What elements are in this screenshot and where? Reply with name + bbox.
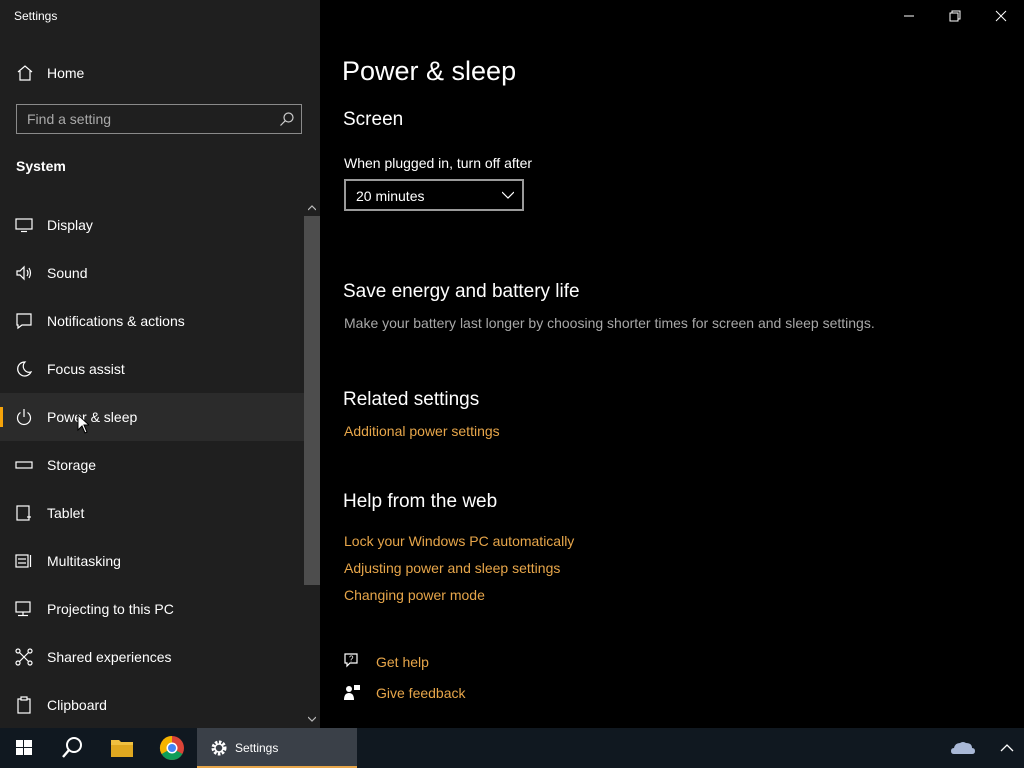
additional-power-settings-link[interactable]: Additional power settings [344, 423, 500, 439]
sidebar-item-sound[interactable]: Sound [0, 249, 304, 297]
sidebar-item-projecting[interactable]: Projecting to this PC [0, 585, 304, 633]
power-icon [16, 409, 32, 426]
sidebar-item-label: Tablet [47, 505, 85, 521]
sidebar: Settings Home System Display Sound Notif… [0, 0, 320, 728]
search-box[interactable] [16, 104, 302, 134]
display-icon [15, 218, 33, 233]
sidebar-item-clipboard[interactable]: Clipboard [0, 681, 304, 729]
home-nav-item[interactable]: Home [0, 56, 304, 90]
related-settings-heading: Related settings [343, 389, 480, 410]
sidebar-item-tablet[interactable]: Tablet [0, 489, 304, 537]
chevron-down-icon [502, 191, 514, 199]
sidebar-item-label: Notifications & actions [47, 313, 185, 329]
shared-experiences-icon [15, 648, 33, 666]
sound-icon [16, 265, 32, 281]
windows-start-icon[interactable] [14, 728, 34, 768]
taskbar: Settings [0, 728, 1024, 768]
save-energy-description: Make your battery last longer by choosin… [344, 315, 875, 331]
clipboard-icon [17, 696, 31, 714]
sidebar-item-display[interactable]: Display [0, 201, 304, 249]
onedrive-icon[interactable] [950, 728, 976, 768]
close-icon[interactable] [978, 0, 1024, 32]
sidebar-scrollbar[interactable] [304, 201, 320, 728]
sidebar-item-label: Focus assist [47, 361, 125, 377]
taskbar-settings-button[interactable]: Settings [197, 728, 357, 768]
storage-icon [15, 461, 33, 469]
sidebar-item-notifications[interactable]: Notifications & actions [0, 297, 304, 345]
get-help-link[interactable]: Get help [376, 654, 429, 670]
home-icon [17, 65, 33, 81]
scrollbar-thumb[interactable] [304, 216, 320, 585]
gear-icon [211, 740, 227, 756]
sidebar-item-label: Display [47, 217, 93, 233]
multitasking-icon [15, 554, 32, 568]
nav-list: Display Sound Notifications & actions Fo… [0, 201, 304, 729]
sidebar-item-label: Clipboard [47, 697, 107, 713]
app-title: Settings [14, 9, 58, 23]
scroll-down-icon[interactable] [308, 715, 316, 723]
help-link-lock-pc[interactable]: Lock your Windows PC automatically [344, 533, 574, 549]
sidebar-item-power-sleep[interactable]: Power & sleep [0, 393, 304, 441]
sidebar-item-label: Shared experiences [47, 649, 172, 665]
tablet-icon [16, 505, 31, 521]
dropdown-value: 20 minutes [356, 188, 425, 204]
search-icon[interactable] [279, 111, 295, 127]
active-indicator [0, 407, 3, 427]
search-taskbar-icon[interactable] [58, 728, 86, 768]
sidebar-item-shared-experiences[interactable]: Shared experiences [0, 633, 304, 681]
sidebar-item-multitasking[interactable]: Multitasking [0, 537, 304, 585]
sidebar-item-label: Multitasking [47, 553, 121, 569]
help-heading: Help from the web [343, 491, 498, 512]
plugged-in-dropdown[interactable]: 20 minutes [344, 179, 524, 211]
minimize-icon[interactable] [886, 0, 932, 32]
chrome-icon[interactable] [158, 728, 186, 768]
feedback-icon [344, 685, 360, 700]
search-input[interactable] [17, 105, 277, 133]
save-energy-heading: Save energy and battery life [343, 281, 580, 302]
mouse-cursor-icon [77, 414, 89, 434]
plugged-in-label: When plugged in, turn off after [344, 155, 533, 171]
get-help-icon: ? [344, 653, 358, 668]
section-label: System [16, 158, 66, 174]
home-label: Home [47, 65, 85, 81]
screen-heading: Screen [343, 109, 404, 130]
restore-icon[interactable] [932, 0, 978, 32]
file-explorer-icon[interactable] [108, 728, 136, 768]
give-feedback-link[interactable]: Give feedback [376, 685, 466, 701]
chevron-up-icon[interactable] [998, 728, 1016, 768]
moon-icon [17, 361, 33, 377]
help-link-changing-power-mode[interactable]: Changing power mode [344, 587, 485, 603]
sidebar-item-label: Sound [47, 265, 88, 281]
notifications-icon [16, 313, 32, 330]
svg-text:?: ? [349, 655, 354, 664]
taskbar-settings-label: Settings [235, 741, 279, 755]
sidebar-item-focus-assist[interactable]: Focus assist [0, 345, 304, 393]
sidebar-item-label: Storage [47, 457, 97, 473]
sidebar-item-label: Power & sleep [47, 409, 138, 425]
main-content [320, 0, 1024, 728]
page-title: Power & sleep [342, 56, 517, 86]
sidebar-item-storage[interactable]: Storage [0, 441, 304, 489]
projecting-icon [15, 601, 31, 617]
sidebar-item-label: Projecting to this PC [47, 601, 174, 617]
help-link-adjusting-power[interactable]: Adjusting power and sleep settings [344, 560, 560, 576]
scroll-up-icon[interactable] [308, 204, 316, 212]
